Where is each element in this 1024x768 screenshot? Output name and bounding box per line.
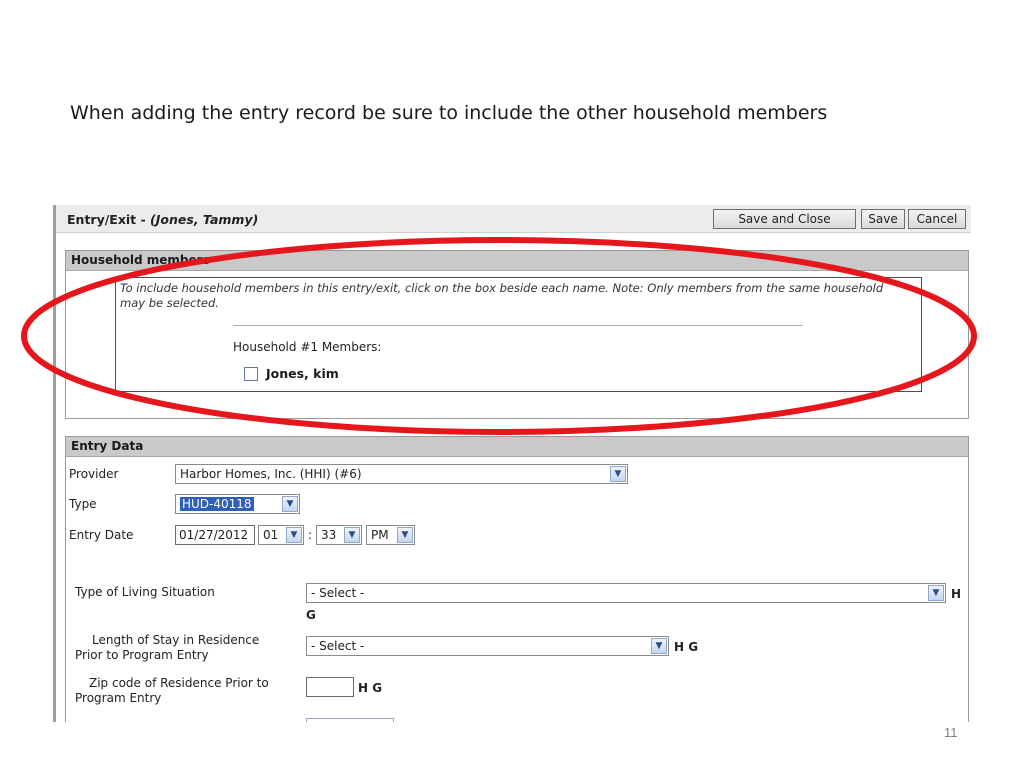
window-title: Entry/Exit - (Jones, Tammy) [67, 212, 258, 227]
cancel-button[interactable]: Cancel [908, 209, 966, 229]
member-name: Jones, kim [266, 366, 339, 381]
provider-select[interactable]: Harbor Homes, Inc. (HHI) (#6) ▼ [175, 464, 628, 484]
household-group-label: Household #1 Members: [233, 340, 382, 354]
entry-minute-value: 33 [321, 528, 337, 542]
type-label: Type [69, 497, 97, 511]
chevron-down-icon: ▼ [282, 496, 298, 512]
entry-minute-select[interactable]: 33 ▼ [316, 525, 362, 545]
length-of-stay-select[interactable]: - Select - ▼ [306, 636, 669, 656]
entry-date-input[interactable]: 01/27/2012 [175, 525, 255, 545]
chevron-down-icon: ▼ [651, 638, 667, 654]
provider-label: Provider [69, 467, 119, 481]
length-of-stay-label: Length of Stay in Residence Prior to Pro… [75, 633, 260, 662]
client-name: (Jones, Tammy) [150, 212, 259, 227]
entry-data-heading: Entry Data [66, 437, 968, 457]
entry-ampm-select[interactable]: PM ▼ [366, 525, 415, 545]
type-select[interactable]: HUD-40118 ▼ [175, 494, 300, 514]
slide-caption: When adding the entry record be sure to … [70, 102, 828, 124]
living-situation-select[interactable]: - Select - ▼ [306, 583, 946, 603]
length-of-stay-flags: H G [674, 640, 699, 654]
household-members-heading: Household members [66, 251, 968, 271]
household-instructions: To include household members in this ent… [120, 281, 884, 310]
entry-date-label: Entry Date [69, 528, 134, 542]
length-of-stay-value: - Select - [311, 639, 365, 653]
chevron-down-icon: ▼ [928, 585, 944, 601]
slide-number: 11 [944, 725, 958, 740]
provider-value: Harbor Homes, Inc. (HHI) (#6) [180, 467, 362, 481]
window-title-prefix: Entry/Exit - [67, 212, 151, 227]
living-situation-label: Type of Living Situation [75, 585, 215, 599]
time-separator: : [308, 528, 313, 542]
entry-hour-value: 01 [263, 528, 279, 542]
chevron-down-icon: ▼ [397, 527, 413, 543]
entry-exit-screenshot: Entry/Exit - (Jones, Tammy) Save and Clo… [53, 205, 971, 722]
entry-data-panel: Entry Data Provider Harbor Homes, Inc. (… [65, 436, 969, 722]
divider [233, 325, 803, 326]
save-button[interactable]: Save [861, 209, 905, 229]
entry-ampm-value: PM [371, 528, 389, 542]
living-situation-value: - Select - [311, 586, 365, 600]
household-members-box: To include household members in this ent… [115, 277, 922, 392]
zip-code-input[interactable] [306, 677, 354, 697]
household-members-panel: Household members To include household m… [65, 250, 969, 419]
entry-hour-select[interactable]: 01 ▼ [258, 525, 304, 545]
general-flag: G [306, 608, 316, 622]
zip-code-flags: H G [358, 681, 383, 695]
chevron-down-icon: ▼ [610, 466, 626, 482]
save-and-close-button[interactable]: Save and Close [713, 209, 856, 229]
type-value: HUD-40118 [180, 497, 254, 511]
chevron-down-icon: ▼ [286, 527, 302, 543]
chevron-down-icon: ▼ [344, 527, 360, 543]
zip-code-label: Zip code of Residence Prior to Program E… [75, 676, 269, 705]
next-field-input[interactable] [306, 718, 394, 722]
member-checkbox[interactable] [244, 367, 258, 381]
window-titlebar: Entry/Exit - (Jones, Tammy) Save and Clo… [56, 205, 971, 233]
hud-flag: H [951, 587, 962, 601]
